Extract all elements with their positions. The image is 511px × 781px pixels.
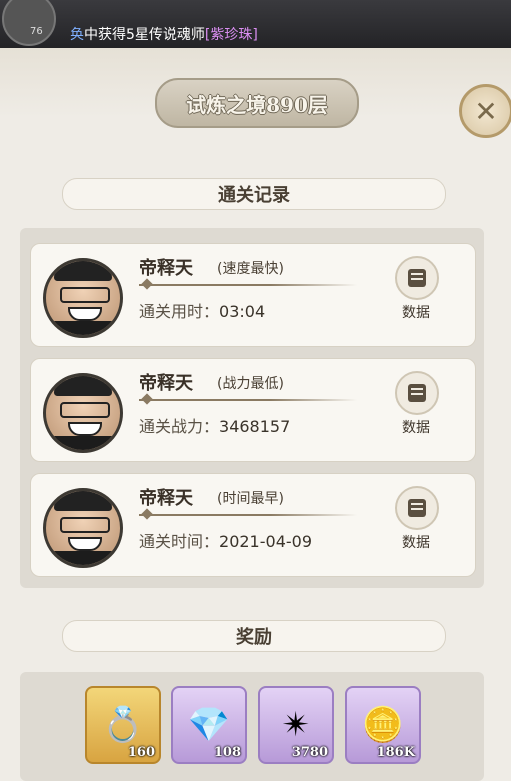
reward-count: 3780 (291, 745, 328, 760)
reward-count: 160 (127, 745, 155, 760)
player-avatar[interactable] (2, 0, 56, 46)
player-name: 帝释天 (139, 258, 193, 279)
record-stat: 通关时间：2021-04-09 (139, 528, 312, 552)
divider-line (139, 514, 357, 516)
record-tag: (战力最低) (217, 376, 284, 392)
player-name: 帝释天 (139, 488, 193, 509)
coin-icon: 🪙 (361, 705, 405, 745)
player-level: 76 (30, 26, 43, 37)
document-icon (408, 499, 426, 517)
rewards-section-header: 奖励 (62, 620, 446, 652)
player-name: 帝释天 (139, 373, 193, 394)
record-stat: 通关战力：3468157 (139, 413, 290, 437)
divider-line (139, 399, 357, 401)
records-section-header: 通关记录 (62, 178, 446, 210)
close-button[interactable]: ✕ (459, 84, 511, 138)
reward-count: 108 (213, 745, 241, 760)
record-stat: 通关用时：03:04 (139, 298, 265, 322)
panel-title: 试炼之境890层 (186, 92, 328, 117)
reward-item-compass[interactable]: ✴ 3780 (258, 686, 334, 764)
close-icon: ✕ (474, 94, 498, 128)
data-button[interactable] (395, 256, 439, 300)
data-button[interactable] (395, 371, 439, 415)
data-button-label[interactable]: 数据 (391, 302, 441, 322)
stat-label: 通关时间： (139, 532, 220, 551)
reward-item-gem[interactable]: 💎 108 (171, 686, 247, 764)
record-card-fastest: 帝释天 (速度最快) 通关用时：03:04 数据 (30, 243, 476, 347)
data-button-label[interactable]: 数据 (391, 417, 441, 437)
reward-item-ring[interactable]: 💍 160 (85, 686, 161, 764)
reward-item-coin[interactable]: 🪙 186K (345, 686, 421, 764)
ticker-highlight: [紫珍珠] (204, 27, 258, 43)
panel-title-plate: 试炼之境890层 (155, 78, 359, 128)
ticker-text: 中获得5星传说魂师 (84, 27, 205, 43)
record-card-lowest-power: 帝释天 (战力最低) 通关战力：3468157 数据 (30, 358, 476, 462)
stat-value: 2021-04-09 (219, 532, 312, 551)
stat-value: 3468157 (219, 417, 291, 436)
player-portrait[interactable] (43, 488, 123, 568)
ring-icon: 💍 (101, 705, 145, 745)
player-portrait[interactable] (43, 258, 123, 338)
records-section-title: 通关记录 (218, 185, 290, 206)
reward-count: 186K (376, 745, 415, 760)
rewards-section-title: 奖励 (236, 627, 272, 648)
top-bar: 76 奂中获得5星传说魂师[紫珍珠] (0, 0, 511, 48)
divider-line (139, 284, 357, 286)
document-icon (408, 384, 426, 402)
record-tag: (速度最快) (217, 261, 284, 277)
stat-label: 通关战力： (139, 417, 220, 436)
data-button-label[interactable]: 数据 (391, 532, 441, 552)
data-button[interactable] (395, 486, 439, 530)
record-tag: (时间最早) (217, 491, 284, 507)
red-compass-icon: ✴ (281, 705, 311, 745)
stat-label: 通关用时： (139, 302, 220, 321)
player-portrait[interactable] (43, 373, 123, 453)
broadcast-ticker: 奂中获得5星传说魂师[紫珍珠] (70, 24, 258, 44)
stat-value: 03:04 (219, 302, 266, 321)
document-icon (408, 269, 426, 287)
ticker-prefix: 奂 (70, 27, 84, 43)
green-gem-icon: 💎 (187, 705, 231, 745)
record-card-earliest: 帝释天 (时间最早) 通关时间：2021-04-09 数据 (30, 473, 476, 577)
